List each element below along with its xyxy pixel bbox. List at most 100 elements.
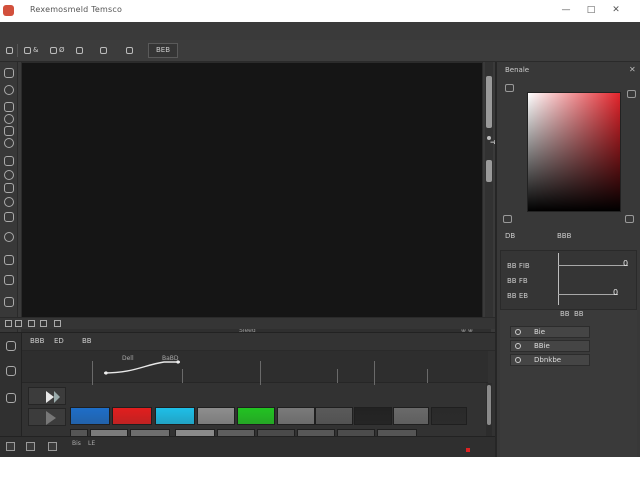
- toolbar-button-1[interactable]: [4, 44, 17, 57]
- toolbar-button-6[interactable]: [124, 44, 137, 57]
- hand-tool-icon[interactable]: [4, 255, 14, 265]
- timeline-toolbar: [0, 317, 495, 329]
- scrollbar-thumb-lower[interactable]: [486, 160, 492, 182]
- layers-bar-label-1: BB: [560, 310, 570, 318]
- gradient-tool-icon[interactable]: [4, 197, 14, 207]
- crop-icon: [24, 46, 31, 54]
- timeline-header-item-3[interactable]: BB: [82, 337, 92, 345]
- fill-swatch-icon[interactable]: [4, 275, 14, 285]
- maximize-button[interactable]: □: [585, 5, 597, 15]
- timeline-clip[interactable]: [70, 407, 110, 425]
- lasso-tool-icon[interactable]: [4, 114, 14, 124]
- timeline-panel: BBB ED BB Dell BaBD: [0, 332, 495, 437]
- track-play-icon: [46, 411, 56, 425]
- minimize-button[interactable]: —: [560, 5, 572, 15]
- layer-row[interactable]: Dbnkbe: [510, 354, 590, 366]
- slider-1-track[interactable]: [558, 265, 628, 266]
- brush-tool-icon[interactable]: [4, 85, 14, 95]
- window-title: Rexemosmeld Temsco: [30, 5, 123, 14]
- timeline-clip[interactable]: [315, 407, 353, 425]
- keyframe-curve[interactable]: [104, 359, 182, 375]
- toolbar-button-4[interactable]: [74, 44, 87, 57]
- toolbar-button-5[interactable]: [98, 44, 111, 57]
- bucket-tool-icon[interactable]: [4, 212, 14, 222]
- text-tool-icon[interactable]: [4, 156, 14, 166]
- timeline-clip[interactable]: [354, 407, 392, 425]
- timeline-scrollbar-thumb[interactable]: [487, 385, 491, 425]
- scrollbar-thumb[interactable]: [486, 76, 492, 128]
- film-icon[interactable]: [40, 320, 47, 327]
- blur-tool-icon[interactable]: [4, 138, 14, 148]
- add-frame-icon[interactable]: [54, 320, 61, 327]
- track-audio-icon[interactable]: [6, 393, 16, 403]
- timeline-clip[interactable]: [431, 407, 467, 425]
- eye-icon[interactable]: [515, 329, 521, 335]
- layer-name: BBie: [534, 342, 550, 350]
- track-2-controls[interactable]: [28, 408, 66, 426]
- timeline-vertical-scrollbar[interactable]: [486, 383, 492, 437]
- app-logo-icon: [3, 5, 14, 16]
- timeline-clip[interactable]: [197, 407, 235, 425]
- color-mode-label: DB: [505, 232, 516, 240]
- toolbar-button-2[interactable]: &: [22, 44, 40, 57]
- color-panel: Benale ✕ DB BBB BB FIB 0 BB FB BB EB 0 B…: [495, 62, 640, 460]
- timeline-clip[interactable]: [155, 407, 195, 425]
- ruler-tick: [427, 369, 428, 383]
- circle-icon[interactable]: [5, 320, 12, 327]
- mask-tool-icon[interactable]: [4, 297, 14, 307]
- timeline-footer: Bis LE: [0, 436, 495, 457]
- image-canvas[interactable]: [21, 62, 483, 324]
- ruler-tick: [182, 369, 183, 383]
- frame-icon[interactable]: [28, 320, 35, 327]
- layer-row[interactable]: BBie: [510, 340, 590, 352]
- pen-tool-icon[interactable]: [4, 170, 14, 180]
- canvas-vertical-scrollbar[interactable]: [485, 62, 493, 324]
- timeline-header-item-2[interactable]: ED: [54, 337, 64, 345]
- ruler-tick: [260, 361, 261, 385]
- trash-icon[interactable]: [6, 442, 15, 451]
- duplicate-frame-icon[interactable]: [26, 442, 35, 451]
- record-indicator-icon: [466, 448, 470, 452]
- layer-row[interactable]: Bie: [510, 326, 590, 338]
- track-lock-icon[interactable]: [6, 341, 16, 351]
- timeline-clip[interactable]: [393, 407, 429, 425]
- color-picker-field[interactable]: [527, 92, 621, 212]
- swatch-fg-icon[interactable]: [503, 215, 512, 223]
- clone-tool-icon[interactable]: [4, 126, 14, 136]
- timeline-header-item-1[interactable]: BBB: [30, 337, 44, 345]
- layer-icon: [100, 46, 107, 54]
- layer-name: Bie: [534, 328, 546, 336]
- eye-icon[interactable]: [515, 343, 521, 349]
- eraser-tool-icon[interactable]: [4, 102, 14, 112]
- shape-tool-icon[interactable]: [4, 183, 14, 193]
- slider-label-2: BB FB: [507, 277, 528, 285]
- lasso-icon: [50, 46, 57, 54]
- timeline-ruler[interactable]: Dell BaBD: [22, 351, 488, 385]
- swatch-bg-icon[interactable]: [625, 215, 634, 223]
- close-button[interactable]: ✕: [610, 5, 622, 15]
- panel-close-button[interactable]: ✕: [629, 65, 636, 74]
- timeline-clip[interactable]: [277, 407, 315, 425]
- grid-icon[interactable]: [15, 320, 22, 327]
- timeline-clip[interactable]: [237, 407, 275, 425]
- slider-2-value[interactable]: 0: [613, 288, 618, 297]
- slider-label-1: BB FIB: [507, 262, 530, 270]
- slider-2-track[interactable]: [558, 294, 618, 295]
- toolbar-button-3[interactable]: Ø: [48, 44, 67, 57]
- add-track-icon[interactable]: [48, 442, 57, 451]
- ruler-tick: [337, 369, 338, 383]
- slider-1-value[interactable]: 0: [623, 259, 628, 268]
- eyedropper-icon[interactable]: [505, 84, 514, 92]
- app-window: & Ø BEB ⇥ Sleed ⊕ ⊕ BBB ED BB Dell BaBD …: [0, 22, 640, 460]
- track-1-controls[interactable]: [28, 387, 66, 405]
- toolbar-field[interactable]: BEB: [148, 43, 178, 58]
- panel-option-icon[interactable]: [627, 90, 636, 98]
- timeline-clip[interactable]: [112, 407, 152, 425]
- select-tool-icon[interactable]: [4, 68, 14, 78]
- footer-label-2: LE: [88, 440, 96, 447]
- panel-title: Benale: [505, 66, 530, 74]
- track-visibility-icon[interactable]: [6, 366, 16, 376]
- eye-icon[interactable]: [515, 357, 521, 363]
- color-value-label: BBB: [557, 232, 572, 240]
- zoom-tool-icon[interactable]: [4, 232, 14, 242]
